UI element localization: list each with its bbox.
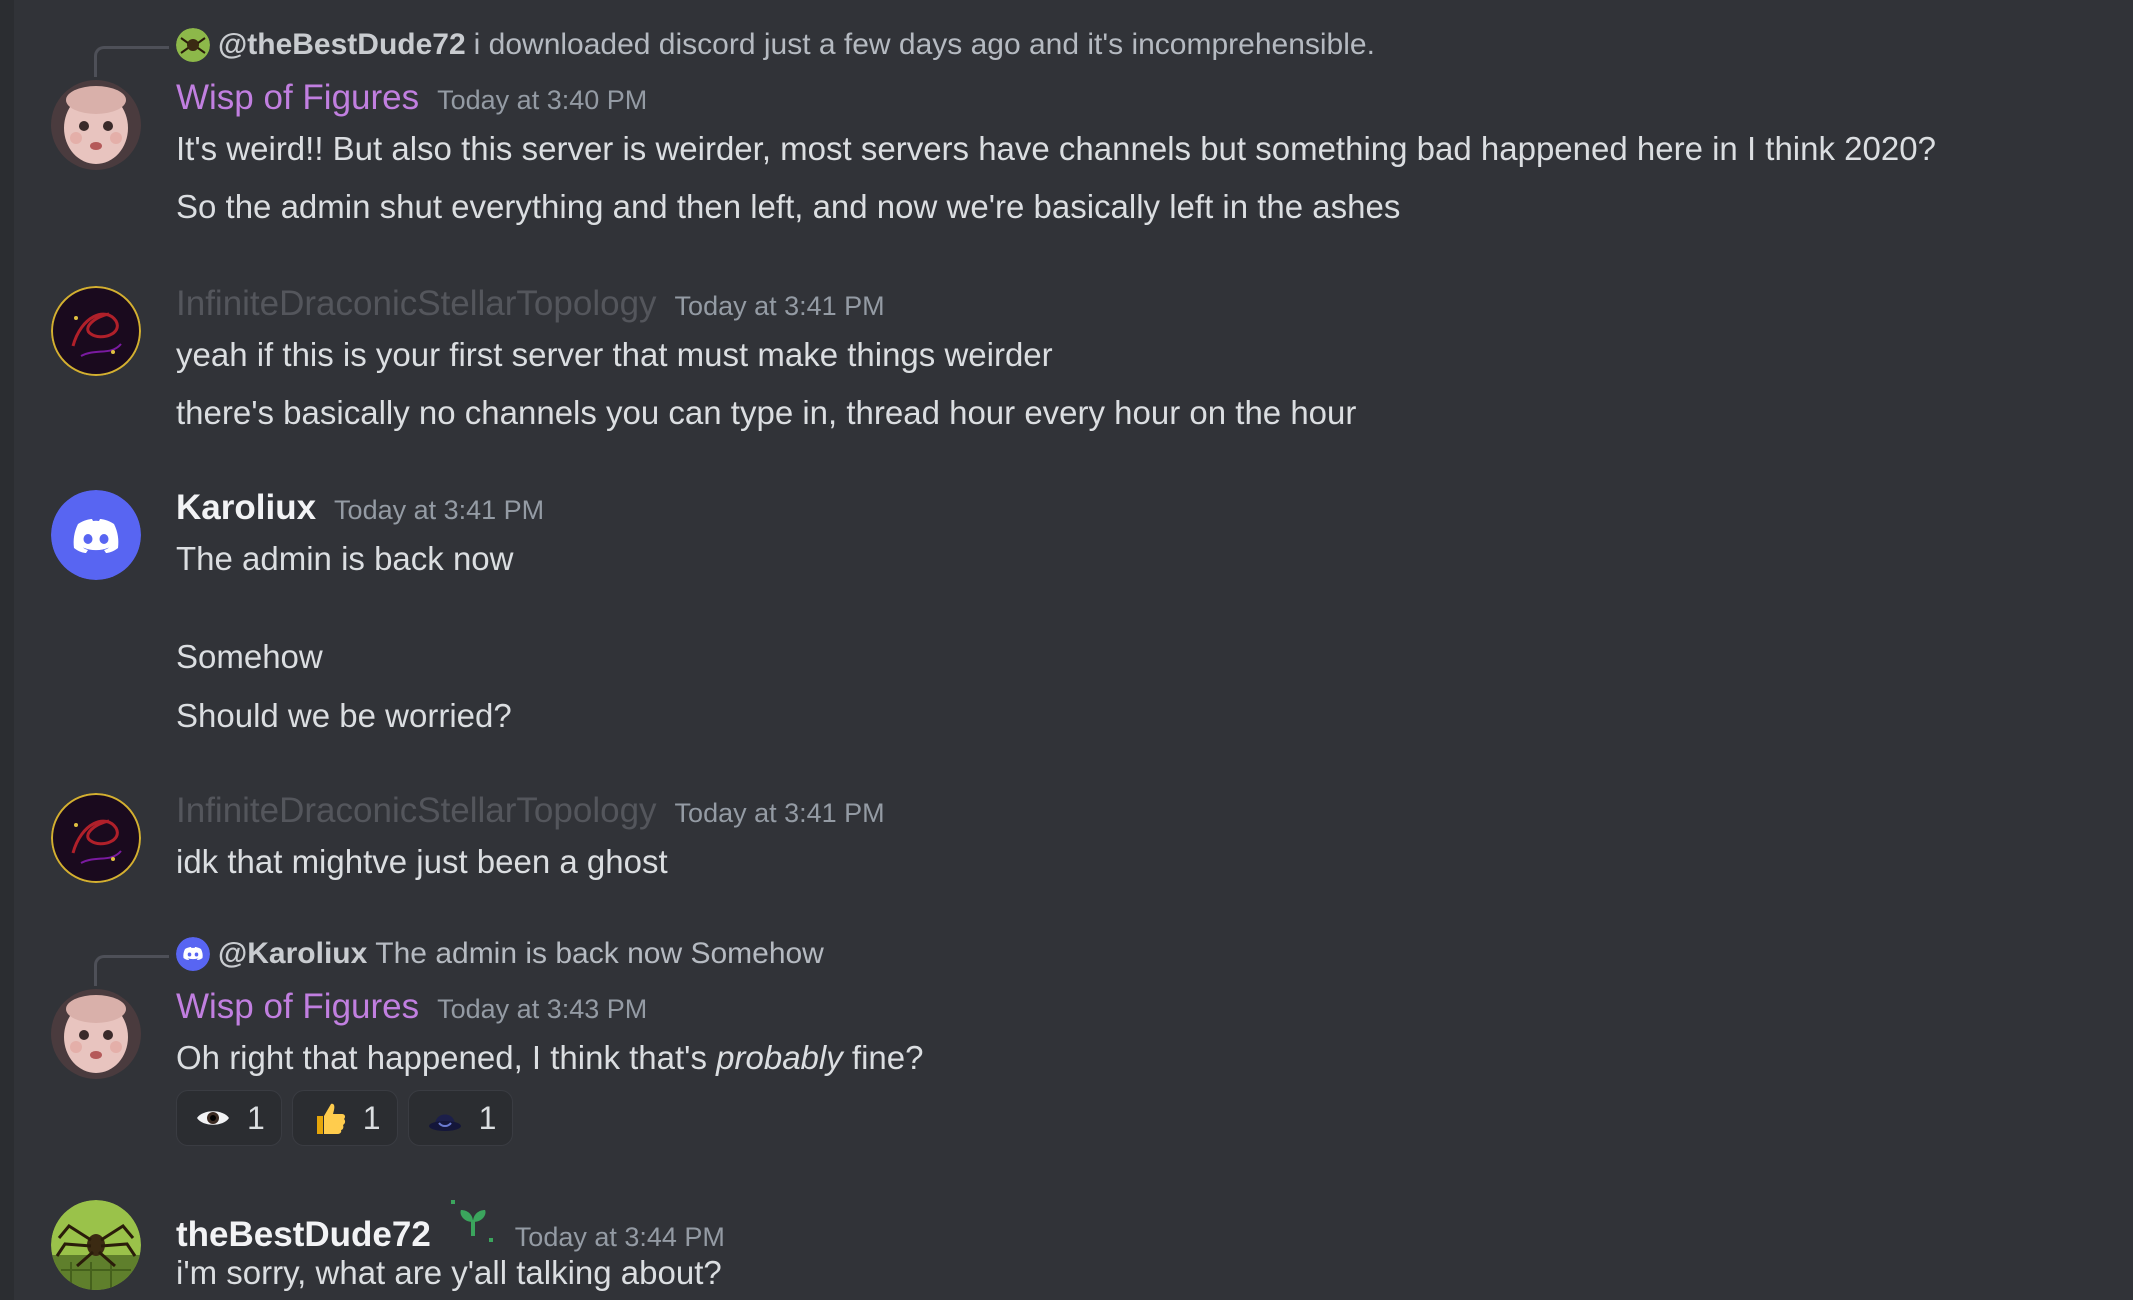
timestamp[interactable]: Today at 3:41 PM (675, 798, 885, 829)
message-header: Wisp of Figures Today at 3:43 PM (176, 987, 647, 1027)
timestamp[interactable]: Today at 3:44 PM (515, 1222, 725, 1253)
reaction-eye[interactable]: 1 (176, 1090, 282, 1146)
spider-avatar-icon (51, 1200, 141, 1290)
avatar[interactable] (51, 490, 141, 580)
author-name[interactable]: Karoliux (176, 488, 316, 528)
reply-text: The admin is back now Somehow (375, 937, 824, 970)
author-name[interactable]: Wisp of Figures (176, 78, 419, 118)
message-line: The admin is back now (176, 540, 514, 577)
message-header: InfiniteDraconicStellarTopology Today at… (176, 284, 885, 324)
reply-preview[interactable]: @theBestDude72 i downloaded discord just… (176, 28, 1375, 62)
author-name[interactable]: theBestDude72 (176, 1215, 431, 1255)
message-line: there's basically no channels you can ty… (176, 394, 1357, 431)
dragon-avatar-icon (51, 286, 141, 376)
message-line: It's weird!! But also this server is wei… (176, 130, 1936, 167)
reaction-count: 1 (247, 1099, 265, 1136)
doll-face-avatar-icon (51, 80, 141, 170)
reply-spine (94, 955, 169, 986)
avatar[interactable] (51, 793, 141, 883)
discord-logo-icon (176, 937, 210, 971)
reaction-hat[interactable]: 1 (407, 1090, 514, 1146)
reply-text: i downloaded discord just a few days ago… (473, 28, 1375, 61)
timestamp[interactable]: Today at 3:41 PM (675, 291, 885, 322)
author-name[interactable]: InfiniteDraconicStellarTopology (176, 284, 657, 324)
avatar[interactable] (51, 1200, 141, 1290)
message-text: fine? (842, 1039, 924, 1076)
author-name[interactable]: InfiniteDraconicStellarTopology (176, 791, 657, 831)
italic-text: probably (716, 1039, 843, 1076)
message-line: So the admin shut everything and then le… (176, 188, 1401, 225)
message-header: Karoliux Today at 3:41 PM (176, 488, 544, 528)
timestamp[interactable]: Today at 3:40 PM (437, 85, 647, 116)
reply-mention[interactable]: @Karoliux (218, 937, 367, 971)
avatar[interactable] (51, 80, 141, 170)
message-line: Oh right that happened, I think that's p… (176, 1039, 923, 1077)
timestamp[interactable]: Today at 3:41 PM (334, 495, 544, 526)
message-header: theBestDude72 Today at 3:44 PM (176, 1198, 725, 1255)
message-line: i'm sorry, what are y'all talking about? (176, 1254, 722, 1291)
sprout-badge-icon[interactable] (449, 1198, 497, 1246)
dragon-avatar-icon (51, 793, 141, 883)
theBestDude72-mini-avatar (176, 28, 210, 62)
message-header: Wisp of Figures Today at 3:40 PM (176, 78, 647, 118)
avatar[interactable] (51, 286, 141, 376)
reply-mention[interactable]: @theBestDude72 (218, 28, 466, 62)
message-header: InfiniteDraconicStellarTopology Today at… (176, 791, 885, 831)
thumbs-up-emoji-icon (309, 1098, 349, 1138)
avatar[interactable] (51, 989, 141, 1079)
reaction-count: 1 (478, 1099, 497, 1136)
timestamp[interactable]: Today at 3:43 PM (437, 994, 647, 1025)
discord-logo-icon (51, 490, 141, 580)
message-line: Somehow (176, 638, 323, 675)
reactions-bar: 1 1 1 (176, 1090, 514, 1146)
message-line: Should we be worried? (176, 697, 512, 734)
reaction-thumbs-up[interactable]: 1 (291, 1090, 398, 1146)
author-name[interactable]: Wisp of Figures (176, 987, 419, 1027)
message-text: Oh right that happened, I think that's (176, 1039, 717, 1076)
hat-emoji-icon (425, 1098, 465, 1138)
eye-emoji-icon (193, 1098, 233, 1138)
message-line: idk that mightve just been a ghost (176, 843, 668, 880)
message-line: yeah if this is your first server that m… (176, 336, 1053, 373)
reply-spine (94, 46, 169, 77)
channel-list-edge (0, 0, 14, 1300)
reply-preview[interactable]: @Karoliux The admin is back now Somehow (176, 937, 824, 971)
reaction-count: 1 (362, 1099, 381, 1136)
doll-face-avatar-icon (51, 989, 141, 1079)
